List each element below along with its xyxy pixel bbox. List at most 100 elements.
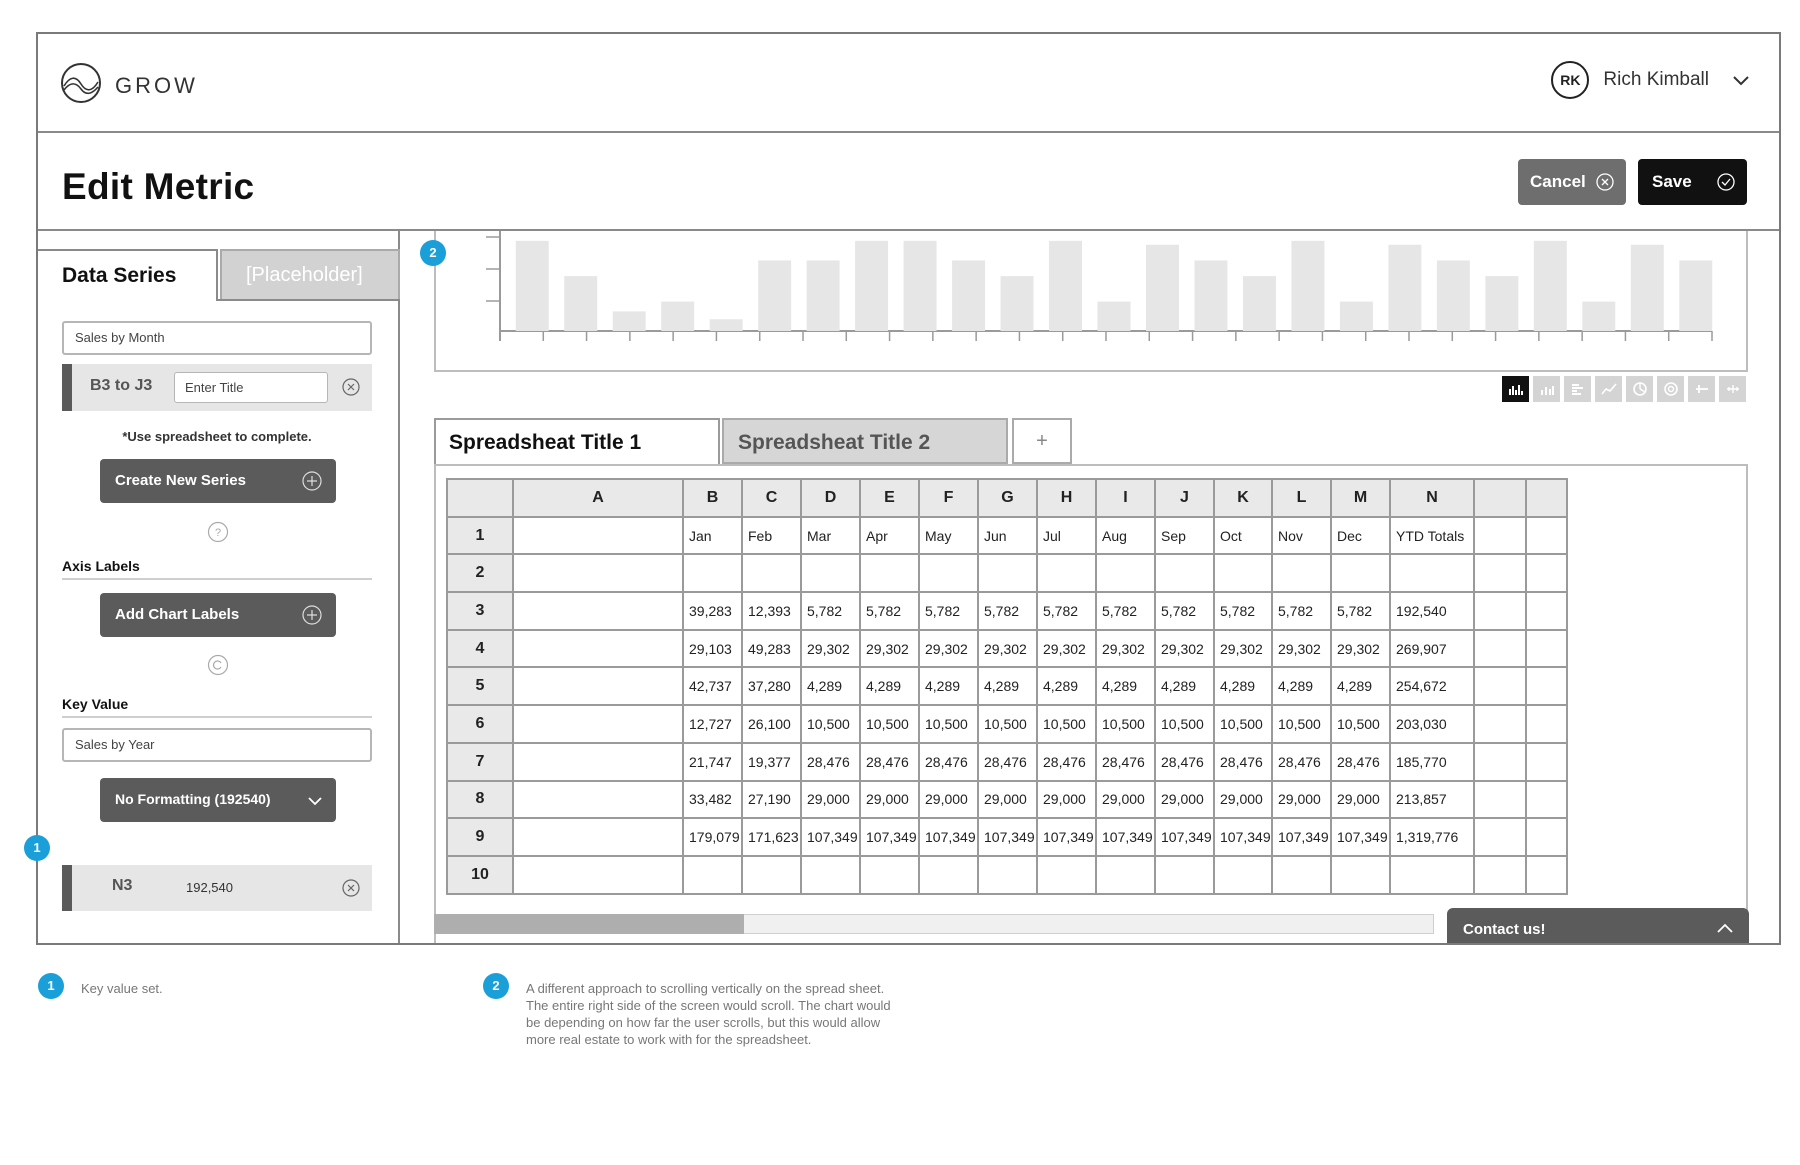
cell[interactable]: 29,302 bbox=[1036, 628, 1097, 669]
cell[interactable]: May bbox=[918, 515, 979, 556]
cancel-button[interactable]: Cancel bbox=[1518, 159, 1626, 205]
cell[interactable] bbox=[1473, 515, 1527, 556]
cell[interactable]: 5,782 bbox=[859, 591, 920, 631]
cell[interactable]: 39,283 bbox=[682, 591, 743, 631]
cell[interactable]: 28,476 bbox=[918, 741, 979, 782]
cell[interactable]: 171,623 bbox=[741, 817, 802, 857]
cell[interactable] bbox=[512, 741, 684, 782]
cell[interactable]: 27,190 bbox=[741, 779, 802, 820]
cell[interactable] bbox=[1389, 553, 1475, 594]
cell[interactable]: 4,289 bbox=[1213, 666, 1273, 707]
cell[interactable]: 28,476 bbox=[859, 741, 920, 782]
column-header[interactable]: B bbox=[682, 478, 743, 518]
cell[interactable]: 29,000 bbox=[1271, 779, 1332, 820]
cell[interactable] bbox=[1330, 854, 1391, 895]
chart-type-horizontal-bar-icon[interactable] bbox=[1564, 376, 1591, 402]
column-header[interactable]: N bbox=[1389, 478, 1475, 518]
cell[interactable]: Feb bbox=[741, 515, 802, 556]
cell[interactable] bbox=[800, 553, 861, 594]
row-header[interactable]: 3 bbox=[446, 591, 514, 631]
cell[interactable]: 29,302 bbox=[859, 628, 920, 669]
cell[interactable]: 107,349 bbox=[1213, 817, 1273, 857]
row-header[interactable]: 7 bbox=[446, 741, 514, 782]
cell[interactable]: 254,672 bbox=[1389, 666, 1475, 707]
cell[interactable]: 28,476 bbox=[1036, 741, 1097, 782]
cell[interactable] bbox=[859, 854, 920, 895]
cell[interactable] bbox=[512, 854, 684, 895]
chart-type-line-icon[interactable] bbox=[1595, 376, 1622, 402]
cell[interactable]: 107,349 bbox=[1330, 817, 1391, 857]
cell[interactable]: 33,482 bbox=[682, 779, 743, 820]
cell[interactable] bbox=[918, 854, 979, 895]
row-header[interactable]: 8 bbox=[446, 779, 514, 820]
cell[interactable]: Sep bbox=[1154, 515, 1215, 556]
cell[interactable]: 4,289 bbox=[1271, 666, 1332, 707]
tab-data-series[interactable]: Data Series bbox=[38, 249, 218, 301]
cell[interactable] bbox=[512, 515, 684, 556]
column-header[interactable]: H bbox=[1036, 478, 1097, 518]
cell[interactable] bbox=[1525, 817, 1568, 857]
cell[interactable] bbox=[512, 591, 684, 631]
cell[interactable]: 5,782 bbox=[1330, 591, 1391, 631]
row-header[interactable]: 6 bbox=[446, 704, 514, 744]
cell[interactable] bbox=[1473, 666, 1527, 707]
help-icon[interactable]: ? bbox=[207, 521, 229, 543]
cell[interactable]: 107,349 bbox=[1036, 817, 1097, 857]
cell[interactable]: 10,500 bbox=[1036, 704, 1097, 744]
cell[interactable] bbox=[1525, 553, 1568, 594]
chart-type-donut-icon[interactable] bbox=[1657, 376, 1684, 402]
cell[interactable] bbox=[512, 817, 684, 857]
column-header[interactable]: K bbox=[1213, 478, 1273, 518]
cell[interactable] bbox=[1473, 817, 1527, 857]
chart-type-bar-icon[interactable] bbox=[1502, 376, 1529, 402]
cell[interactable]: 213,857 bbox=[1389, 779, 1475, 820]
cell[interactable]: Dec bbox=[1330, 515, 1391, 556]
column-header[interactable]: L bbox=[1271, 478, 1332, 518]
cell[interactable] bbox=[1473, 741, 1527, 782]
cell[interactable] bbox=[1095, 553, 1156, 594]
cell[interactable] bbox=[512, 553, 684, 594]
column-header[interactable]: A bbox=[512, 478, 684, 518]
cell[interactable]: 29,000 bbox=[918, 779, 979, 820]
cell[interactable]: 49,283 bbox=[741, 628, 802, 669]
scrollbar-thumb[interactable] bbox=[434, 914, 744, 934]
cell[interactable] bbox=[512, 666, 684, 707]
cell[interactable]: 28,476 bbox=[1330, 741, 1391, 782]
cell[interactable]: 4,289 bbox=[1036, 666, 1097, 707]
add-sheet-button[interactable]: + bbox=[1012, 418, 1072, 464]
cell[interactable]: 28,476 bbox=[977, 741, 1038, 782]
cell[interactable]: 4,289 bbox=[1330, 666, 1391, 707]
contact-us-button[interactable]: Contact us! bbox=[1447, 908, 1749, 943]
row-header[interactable]: 2 bbox=[446, 553, 514, 594]
cell[interactable]: 5,782 bbox=[977, 591, 1038, 631]
cell[interactable]: 29,302 bbox=[1330, 628, 1391, 669]
cell[interactable] bbox=[977, 854, 1038, 895]
cell[interactable] bbox=[1271, 854, 1332, 895]
cell[interactable]: 42,737 bbox=[682, 666, 743, 707]
cell[interactable]: 29,302 bbox=[918, 628, 979, 669]
series-name-input[interactable]: Sales by Month bbox=[62, 321, 372, 355]
column-header[interactable]: E bbox=[859, 478, 920, 518]
cell[interactable] bbox=[1271, 553, 1332, 594]
cell[interactable]: 29,302 bbox=[1213, 628, 1273, 669]
cell[interactable]: Oct bbox=[1213, 515, 1273, 556]
cell[interactable]: 29,302 bbox=[1154, 628, 1215, 669]
cell[interactable]: 107,349 bbox=[1095, 817, 1156, 857]
cell[interactable] bbox=[512, 704, 684, 744]
cell[interactable] bbox=[1473, 854, 1527, 895]
cell[interactable]: 5,782 bbox=[1213, 591, 1273, 631]
cell[interactable] bbox=[1525, 741, 1568, 782]
cell[interactable] bbox=[1525, 854, 1568, 895]
cell[interactable]: 192,540 bbox=[1389, 591, 1475, 631]
cell[interactable] bbox=[1213, 553, 1273, 594]
tab-spreadsheet-1[interactable]: Spreadsheat Title 1 bbox=[434, 418, 720, 466]
cell[interactable]: 28,476 bbox=[1154, 741, 1215, 782]
cell[interactable]: 203,030 bbox=[1389, 704, 1475, 744]
chart-type-stacked-bar-icon[interactable] bbox=[1533, 376, 1560, 402]
cell[interactable]: Apr bbox=[859, 515, 920, 556]
cell[interactable] bbox=[1473, 553, 1527, 594]
cell[interactable]: 19,377 bbox=[741, 741, 802, 782]
cell[interactable]: 21,747 bbox=[682, 741, 743, 782]
column-header[interactable]: G bbox=[977, 478, 1038, 518]
cell[interactable]: 29,103 bbox=[682, 628, 743, 669]
